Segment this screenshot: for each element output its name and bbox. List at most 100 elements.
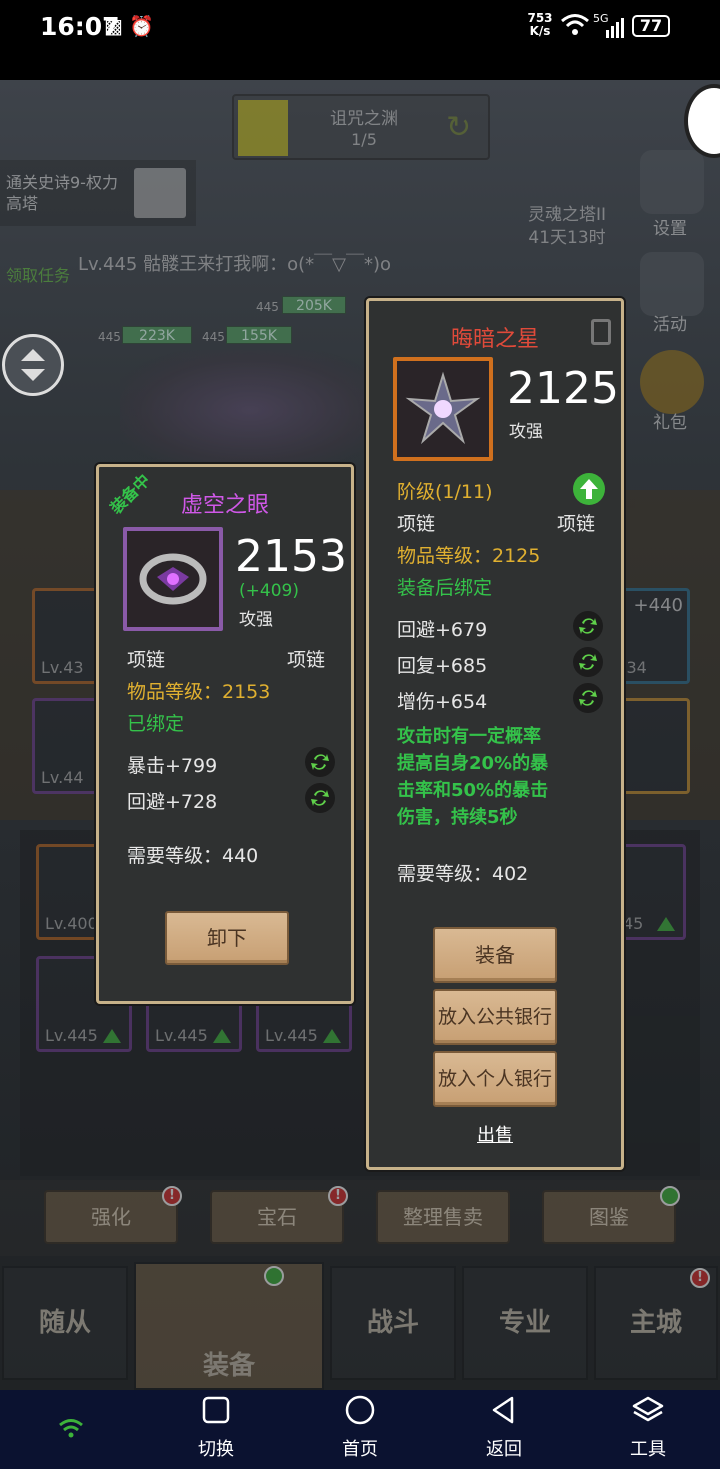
wifi-icon [561,14,589,35]
item-type: 攻强 [239,610,273,630]
quest-icon [134,168,186,218]
unequip-button[interactable]: 卸下 [165,911,289,965]
item-level: 物品等级：2153 [127,681,271,703]
slot-type: 项链 [397,513,436,535]
gift-label: 礼包 [653,413,687,433]
alert-badge: ! [690,1268,710,1288]
item-score: 2153 [235,531,347,582]
effect-description: 攻击时有一定概率 提高自身20%的暴 击率和50%的暴击 伤害，持续5秒 [397,723,548,831]
back-label: 返回 [486,1439,522,1460]
tab-profession[interactable]: 专业 [462,1266,588,1380]
signal-icon [606,18,624,38]
tower-name: 灵魂之塔II [528,205,607,225]
notification-dot [660,1186,680,1206]
stat-dodge: 回避+728 [127,791,218,813]
bind-status: 已绑定 [127,713,185,735]
sell-link[interactable]: 出售 [369,1121,621,1147]
tab-equipment[interactable]: 装备 [134,1262,324,1390]
upgrade-arrow-icon [657,917,675,931]
bind-rule: 装备后绑定 [397,577,493,599]
gem-button[interactable]: 宝石 [210,1190,344,1244]
dungeon-progress: 1/5 [351,130,377,149]
new-item-panel: 晦暗之星 2125 攻强 阶级(1/11) 项链 项链 物品等级：2125 装备… [366,298,624,1170]
required-level: 需要等级：440 [127,845,259,867]
stat-damage: 增伤+654 [397,691,488,713]
required-level: 需要等级：402 [397,863,529,885]
upgrade-arrow-icon [323,1029,341,1043]
home-label: 首页 [342,1439,378,1460]
home-button[interactable]: 首页 [310,1394,410,1461]
switch-button[interactable]: 切换 [166,1394,266,1461]
void-eye-necklace-icon [139,553,207,605]
tab-battle[interactable]: 战斗 [330,1266,456,1380]
back-triangle-icon [492,1396,514,1424]
wifi-small-icon [59,1419,83,1438]
item-type: 攻强 [509,422,543,442]
system-nav-bar: 切换 首页 返回 工具 [0,1390,720,1469]
lock-icon[interactable] [591,319,611,345]
alert-badge: ! [328,1186,348,1206]
activity-icon[interactable] [640,252,704,316]
reroll-icon[interactable] [305,747,335,777]
equip-button[interactable]: 装备 [433,927,557,983]
slot-level: Lv.445 [265,1026,318,1045]
back-button[interactable]: 返回 [454,1394,554,1461]
public-bank-button[interactable]: 放入公共银行 [433,989,557,1045]
codex-button[interactable]: 图鉴 [542,1190,676,1244]
upgrade-arrow-icon [103,1029,121,1043]
tab-follower[interactable]: 随从 [2,1266,128,1380]
item-icon-box [123,527,223,631]
upgrade-arrow-icon[interactable] [573,473,605,505]
circle-home-icon [345,1395,375,1425]
slot-type: 项链 [127,649,166,671]
scroll-toggle-button[interactable] [2,334,64,396]
sort-sell-button[interactable]: 整理售卖 [376,1190,510,1244]
personal-bank-button[interactable]: 放入个人银行 [433,1051,557,1107]
reroll-icon[interactable] [573,683,603,713]
settings-label: 设置 [653,219,687,239]
reroll-icon[interactable] [573,647,603,677]
tools-button[interactable]: 工具 [598,1394,698,1461]
dungeon-name: 诅咒之渊 [330,109,398,129]
gift-icon[interactable] [640,350,704,414]
get-quest-link[interactable]: 领取任务 [6,262,70,286]
reroll-icon[interactable] [573,611,603,641]
speed-unit: K/s [529,24,551,38]
alert-badge: ! [162,1186,182,1206]
slot-level: 45 [623,914,644,933]
party-level: 445 [202,330,225,344]
dark-star-necklace-icon [405,371,481,445]
nfc-alarm-icon: ▩ ⏰ [104,14,155,38]
score-diff: (+409) [239,581,299,601]
stat-crit: 暴击+799 [127,755,218,777]
network-speed: 753 K/s [527,12,553,38]
dungeon-box[interactable]: 诅咒之渊 1/5 ↻ [232,94,490,160]
battery-indicator: 77 [632,15,670,37]
item-tier: 阶级(1/11) [397,481,493,503]
slot-level: Lv.445 [45,1026,98,1045]
upgrade-arrow-icon [213,1029,231,1043]
settings-gear-icon[interactable] [640,150,704,214]
hp-bar-1: 205K [282,296,346,314]
equipped-item-panel: 装备中 虚空之眼 2153 (+409) 攻强 项链 项链 物品等级：2153 … [96,464,354,1004]
slot-level: Lv.400 [45,914,98,933]
hp-bar-3: 155K [226,326,292,344]
tower-info[interactable]: 灵魂之塔II 41天13时 [528,204,606,250]
effect-line: 提高自身20%的暴 [397,753,549,774]
reroll-icon[interactable] [305,783,335,813]
item-name: 虚空之眼 [180,493,269,518]
tools-label: 工具 [630,1439,666,1460]
enhance-button[interactable]: 强化 [44,1190,178,1244]
quest-panel[interactable]: 通关史诗9-权力高塔 [0,160,196,226]
refresh-icon: ↻ [446,110,472,145]
effect-line: 攻击时有一定概率 [397,726,541,747]
item-score: 2125 [507,363,619,414]
slot-level: Lv.44 [41,768,84,787]
notification-dot [264,1266,284,1286]
slot-level: Lv.43 [41,658,84,677]
slot-type-right: 项链 [287,649,326,671]
effect-line: 击率和50%的暴击 [397,780,549,801]
stat-regen: 回复+685 [397,655,488,677]
switch-label: 切换 [198,1439,234,1460]
status-bar: 16:07 ▩ ⏰ 753 K/s 5G 77 [0,0,720,80]
